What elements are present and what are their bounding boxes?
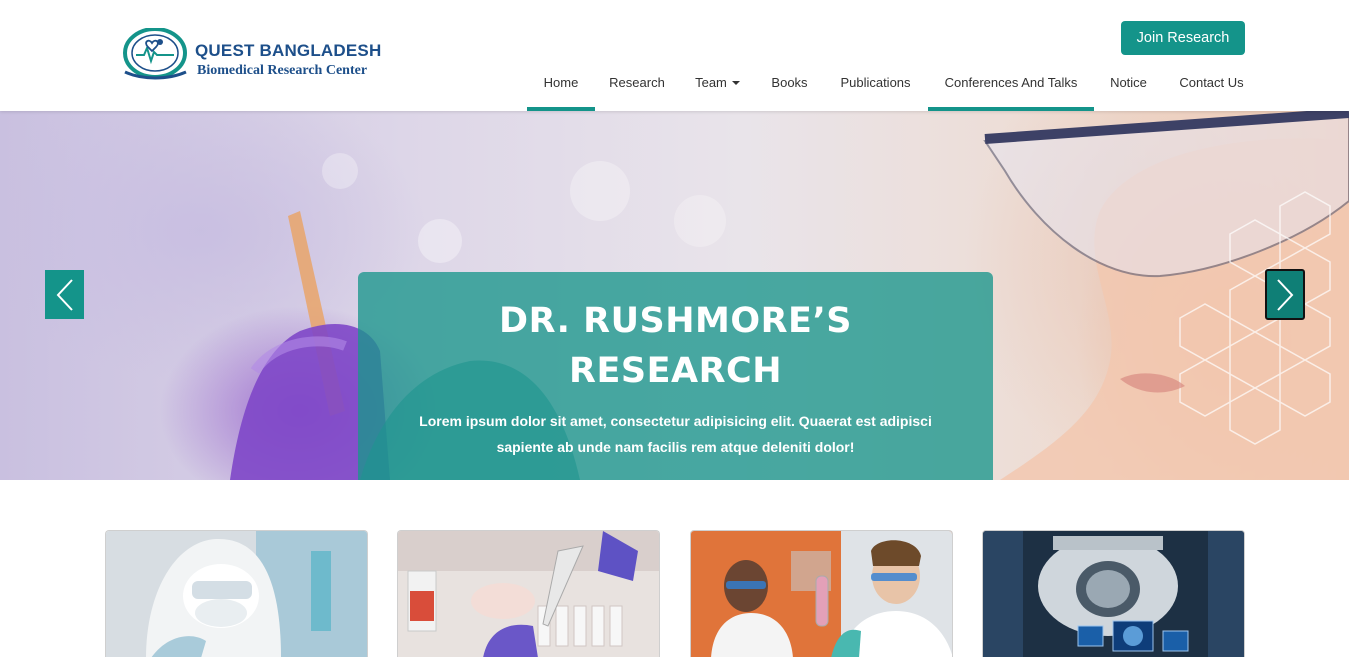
site-header: QUEST BANGLADESH Biomedical Research Cen… bbox=[0, 0, 1349, 111]
chevron-left-icon bbox=[56, 278, 73, 311]
logo-title: QUEST BANGLADESH bbox=[195, 41, 382, 60]
nav-item-label: Contact Us bbox=[1179, 75, 1244, 90]
scientist-in-protective-suit-photo bbox=[106, 531, 367, 657]
nav-item-publications[interactable]: Publications bbox=[823, 54, 928, 111]
nav-item-contact[interactable]: Contact Us bbox=[1163, 54, 1260, 111]
research-card-2[interactable] bbox=[397, 530, 660, 657]
chevron-right-icon bbox=[1277, 278, 1294, 311]
hero-text-line2: sapiente ab unde nam facilis rem atque d… bbox=[496, 439, 855, 455]
mri-scanner-room-photo bbox=[983, 531, 1244, 657]
nav-item-label: Books bbox=[771, 75, 808, 90]
hero-description: Lorem ipsum dolor sit amet, consectetur … bbox=[406, 408, 946, 460]
site-logo[interactable]: QUEST BANGLADESH Biomedical Research Cen… bbox=[122, 28, 382, 82]
logo-subtitle: Biomedical Research Center bbox=[197, 63, 368, 78]
nav-item-label: Conferences And Talks bbox=[944, 75, 1078, 90]
caret-down-icon bbox=[731, 80, 740, 85]
hero-title: DR. RUSHMORE’S RESEARCH bbox=[358, 296, 993, 396]
nav-item-team[interactable]: Team bbox=[679, 54, 756, 111]
two-researchers-with-test-tube-photo bbox=[691, 531, 952, 657]
research-card-3[interactable] bbox=[690, 530, 953, 657]
nav-item-label: Home bbox=[543, 75, 579, 90]
hero-caption: DR. RUSHMORE’S RESEARCH Lorem ipsum dolo… bbox=[358, 272, 993, 480]
hero-slider: DR. RUSHMORE’S RESEARCH Lorem ipsum dolo… bbox=[0, 111, 1349, 480]
lab-pipette-samples-photo bbox=[398, 531, 659, 657]
nav-item-label: Research bbox=[609, 75, 665, 90]
nav-item-books[interactable]: Books bbox=[756, 54, 823, 111]
hero-title-line2: RESEARCH bbox=[569, 351, 782, 391]
nav-item-label: Notice bbox=[1110, 75, 1147, 90]
nav-item-home[interactable]: Home bbox=[527, 54, 595, 111]
research-card-1[interactable] bbox=[105, 530, 368, 657]
slider-next-button[interactable] bbox=[1265, 269, 1305, 320]
logo-emblem-icon bbox=[123, 28, 187, 80]
nav-item-label: Team bbox=[695, 75, 727, 90]
nav-item-conferences[interactable]: Conferences And Talks bbox=[928, 54, 1094, 111]
nav-item-research[interactable]: Research bbox=[595, 54, 679, 111]
research-card-4[interactable] bbox=[982, 530, 1245, 657]
hero-text-line1: Lorem ipsum dolor sit amet, consectetur … bbox=[419, 413, 932, 429]
hero-title-line1: DR. RUSHMORE’S bbox=[499, 301, 852, 341]
nav-item-notice[interactable]: Notice bbox=[1094, 54, 1163, 111]
nav-item-label: Publications bbox=[840, 75, 911, 90]
join-research-button[interactable]: Join Research bbox=[1121, 21, 1245, 55]
slider-prev-button[interactable] bbox=[45, 270, 84, 319]
